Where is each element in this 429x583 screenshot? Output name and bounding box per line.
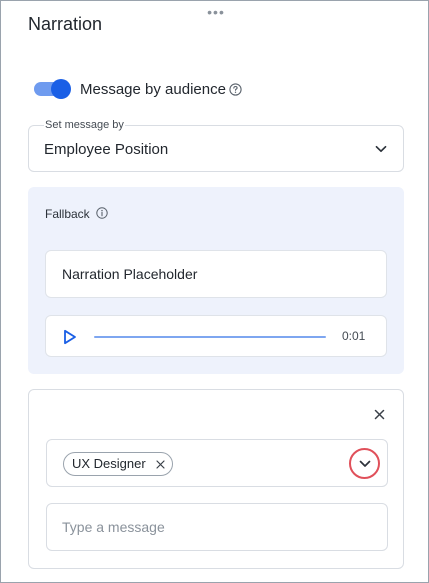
- set-message-by-caption: Set message by: [44, 119, 125, 131]
- set-message-by-value: Employee Position: [44, 141, 169, 158]
- tag-chip-label: UX Designer: [72, 456, 146, 471]
- fallback-narration-field[interactable]: Narration Placeholder: [45, 250, 387, 298]
- chevron-down-icon: [375, 145, 387, 153]
- fallback-label: Fallback: [45, 207, 90, 221]
- play-icon[interactable]: [63, 329, 77, 345]
- panel-title: Narration: [28, 14, 103, 34]
- chevron-down-icon: [359, 460, 371, 467]
- narration-panel: ••• Narration Message by audience Set me…: [0, 0, 429, 583]
- audio-progress-bar[interactable]: [94, 336, 326, 338]
- audience-tags-select[interactable]: UX Designer: [46, 439, 388, 487]
- close-icon[interactable]: [374, 409, 385, 420]
- audience-tags-dropdown-button[interactable]: [349, 448, 380, 479]
- toggle-knob: [51, 79, 71, 99]
- fallback-section: Fallback Narration Placeholder 0:01: [28, 187, 404, 374]
- set-message-by-select[interactable]: Set message by Employee Position: [28, 119, 404, 172]
- info-circle-icon[interactable]: [96, 207, 108, 219]
- audience-message-input[interactable]: [46, 503, 388, 551]
- message-by-audience-toggle[interactable]: [34, 79, 72, 99]
- audience-message-card: UX Designer: [28, 389, 404, 569]
- tag-chip: UX Designer: [63, 452, 173, 476]
- close-icon[interactable]: [156, 460, 165, 469]
- drag-handle[interactable]: •••: [207, 5, 225, 19]
- question-circle-icon[interactable]: [229, 83, 242, 96]
- audio-player: 0:01: [45, 315, 387, 357]
- fallback-narration-text: Narration Placeholder: [62, 266, 198, 282]
- audio-duration: 0:01: [342, 329, 366, 343]
- message-by-audience-label: Message by audience: [80, 81, 226, 98]
